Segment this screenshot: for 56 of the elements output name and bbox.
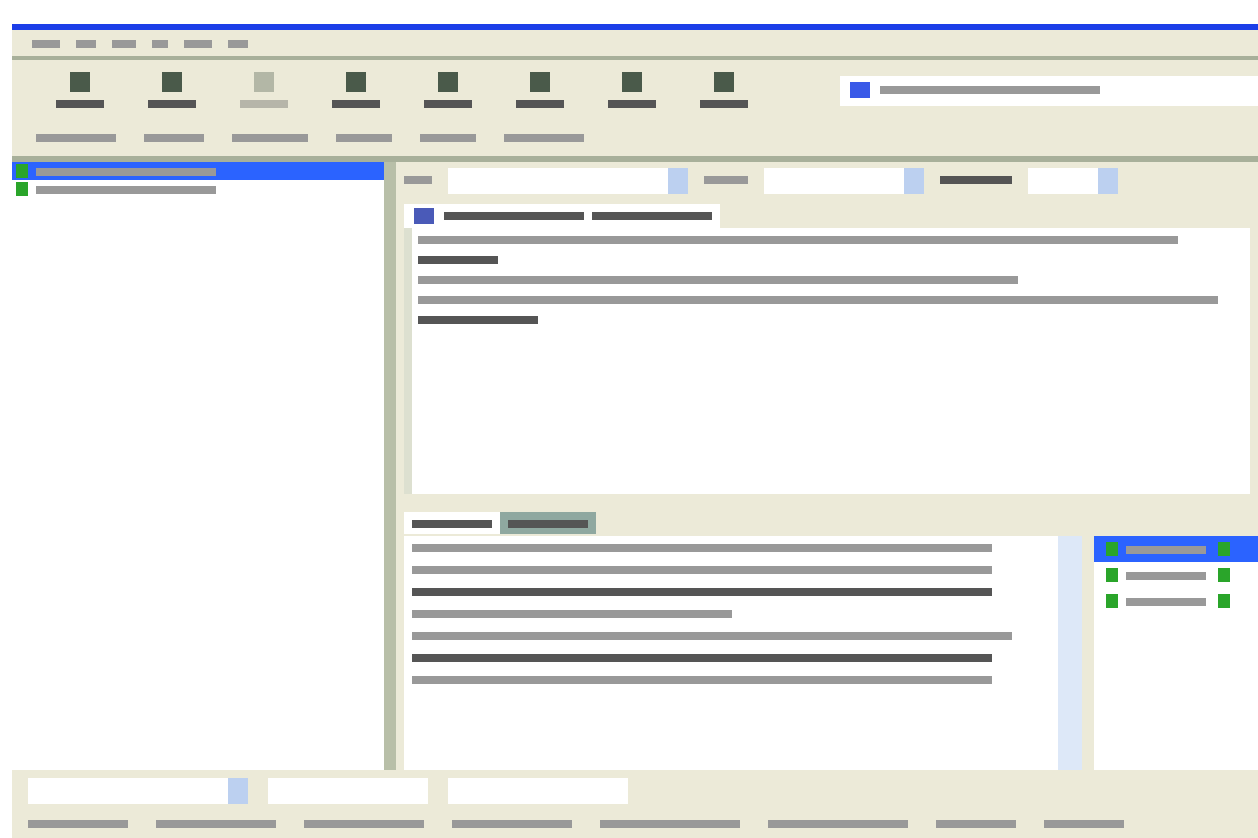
illegible-text [304,820,424,828]
illegible-text [232,134,308,142]
toolbar-icon [714,72,734,92]
illegible-text [418,256,498,264]
toolbar-icon [254,72,274,92]
illegible-text [504,134,584,142]
illegible-text [1126,597,1206,605]
illegible-text [404,176,432,184]
illegible-text [332,100,380,108]
illegible-text [768,820,908,828]
illegible-text [516,100,564,108]
illegible-text [424,100,472,108]
illegible-text [28,820,128,828]
illegible-text [1126,571,1206,579]
illegible-text [592,212,712,220]
illegible-text [56,100,104,108]
pane-tab[interactable] [404,204,720,228]
illegible-text [152,39,168,47]
illegible-text [418,316,538,324]
toolbar-icon [70,72,90,92]
illegible-text [1044,820,1124,828]
illegible-text [600,820,740,828]
illegible-text [1126,545,1206,553]
toolbar-icon [622,72,642,92]
toolbar-icon [412,206,436,226]
illegible-text [32,39,60,47]
toolbar-icon [346,72,366,92]
illegible-text [412,519,492,527]
toolbar-icon [530,72,550,92]
illegible-text [700,100,748,108]
toolbar-icon [848,80,872,100]
illegible-text [228,39,248,47]
search-field[interactable] [840,75,1258,105]
illegible-text [336,134,392,142]
illegible-text [936,820,1016,828]
illegible-text [112,39,136,47]
illegible-text [148,100,196,108]
toolbar-icon [162,72,182,92]
illegible-text [184,39,212,47]
illegible-text [508,519,588,527]
illegible-text [76,39,96,47]
illegible-text [704,176,748,184]
notes-tab[interactable] [500,512,596,534]
illegible-text [240,100,288,108]
illegible-text [144,134,204,142]
illegible-text [420,134,476,142]
illegible-text [156,820,276,828]
toolbar-icon [438,72,458,92]
list-item[interactable] [1094,536,1258,562]
illegible-text [444,212,584,220]
notes-tab[interactable] [404,512,500,534]
illegible-text [36,134,116,142]
illegible-text [608,100,656,108]
illegible-text [940,176,1012,184]
tree-item[interactable] [12,162,384,180]
illegible-text [452,820,572,828]
